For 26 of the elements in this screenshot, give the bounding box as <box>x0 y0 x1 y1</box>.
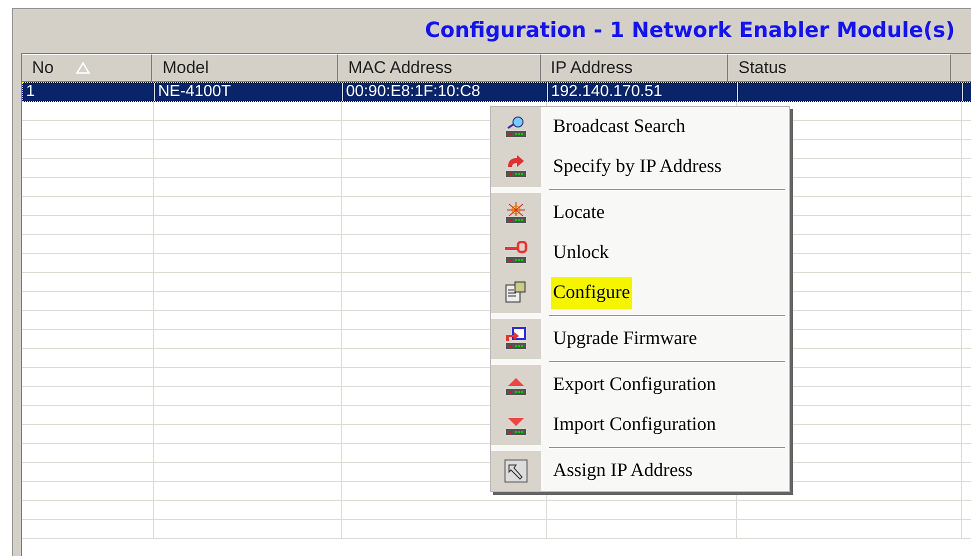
key-icon <box>504 241 528 265</box>
device-arrow-icon <box>504 155 528 179</box>
column-header[interactable]: MAC Address <box>338 54 541 82</box>
menu-item[interactable]: Locate <box>551 198 607 228</box>
column-header[interactable]: Status <box>728 54 951 82</box>
sort-triangle-icon <box>76 62 90 74</box>
menu-item[interactable]: Import Configuration <box>551 410 718 440</box>
menu-item[interactable]: Specify by IP Address <box>551 152 724 182</box>
menu-item[interactable]: Broadcast Search <box>551 112 688 142</box>
table-cell: NE-4100T <box>158 83 231 100</box>
flash-icon <box>504 201 528 225</box>
column-header[interactable]: IP Address <box>540 54 728 82</box>
menu-item[interactable]: Upgrade Firmware <box>551 324 700 354</box>
column-header[interactable]: Model <box>152 54 338 82</box>
table-cell: 1 <box>26 83 35 100</box>
menu-item[interactable]: Export Configuration <box>551 370 718 400</box>
panel-title: Configuration - 1 Network Enabler Module(s) <box>424 17 955 44</box>
menu-item[interactable]: Configure <box>551 276 632 310</box>
menu-item[interactable]: Assign IP Address <box>551 456 695 486</box>
table-cell: 192.140.170.51 <box>551 83 662 100</box>
menu-item[interactable]: Unlock <box>551 238 611 268</box>
table-row[interactable]: 1 NE-4100T 00:90:E8:1F:10:C8 192.140.170.51 <box>22 82 971 102</box>
document-icon <box>504 281 528 305</box>
table-cell: 00:90:E8:1F:10:C8 <box>346 83 480 100</box>
column-header[interactable]: No <box>22 54 152 82</box>
magnifier-icon <box>504 115 528 139</box>
